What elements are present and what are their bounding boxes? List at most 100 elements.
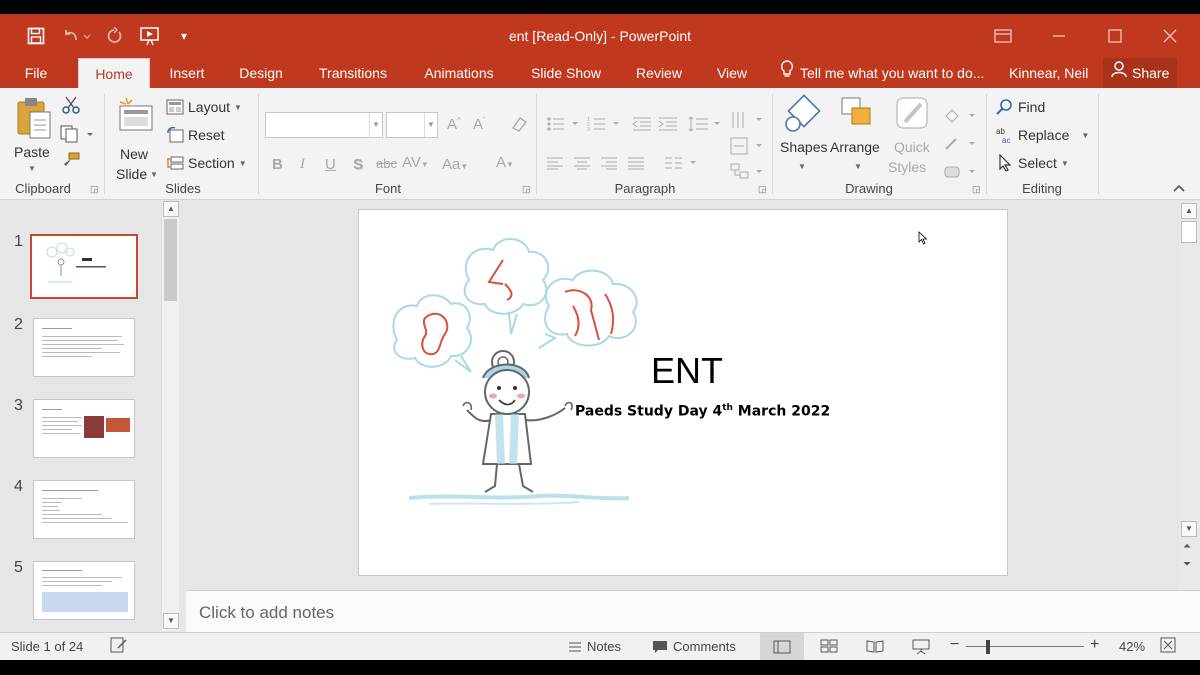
normal-view-button[interactable] [760, 633, 804, 660]
ribbon-display-options-icon[interactable] [988, 24, 1018, 48]
slide-subtitle[interactable]: Paeds Study Day 4th March 2022 [575, 403, 830, 420]
group-separator [104, 94, 105, 194]
align-right-icon[interactable] [600, 156, 618, 175]
paragraph-launcher-icon[interactable]: ◲ [758, 184, 767, 195]
clear-formatting-icon[interactable] [510, 116, 528, 136]
comments-toggle-button[interactable]: Comments [652, 639, 736, 654]
slide-scroll-thumb[interactable] [1181, 221, 1197, 243]
slide-scrollbar[interactable]: ▲ ▼ ⏶ ⏷ [1179, 201, 1200, 590]
tell-me-box[interactable]: Tell me what you want to do... [780, 58, 984, 88]
tab-insert[interactable]: Insert [160, 58, 214, 88]
justify-icon[interactable] [627, 156, 645, 175]
numbering-icon[interactable]: 123 [587, 116, 621, 137]
shapes-button[interactable]: Shapes ▼ [779, 94, 827, 180]
increase-font-icon[interactable]: A^ [447, 116, 461, 133]
notes-toggle-button[interactable]: Notes [568, 639, 621, 654]
underline-icon[interactable]: U [325, 156, 336, 173]
zoom-out-icon[interactable]: − [950, 636, 959, 654]
tab-slide-show[interactable]: Slide Show [522, 58, 610, 88]
clipboard-launcher-icon[interactable]: ◲ [90, 184, 99, 195]
bold-icon[interactable]: B [272, 156, 283, 173]
tab-file[interactable]: File [14, 58, 58, 88]
thumb-text-line [42, 570, 82, 571]
find-button[interactable]: Find [996, 96, 1045, 118]
reading-view-icon[interactable] [866, 639, 884, 656]
previous-slide-icon[interactable]: ⏶ [1183, 541, 1191, 552]
change-case-icon[interactable]: Aa▼ [442, 156, 468, 173]
align-left-icon[interactable] [546, 156, 564, 175]
next-slide-icon[interactable]: ⏷ [1183, 559, 1191, 570]
font-launcher-icon[interactable]: ◲ [522, 184, 531, 195]
thumbnail-scroll-thumb[interactable] [164, 219, 177, 301]
fit-to-window-icon[interactable] [1160, 637, 1176, 656]
zoom-in-icon[interactable]: + [1090, 636, 1099, 654]
decrease-font-icon[interactable]: Aˇ [473, 116, 486, 133]
slideshow-view-icon[interactable] [912, 639, 930, 658]
font-size-combo[interactable]: ▼ [386, 112, 438, 138]
font-color-icon[interactable]: A▼ [496, 154, 514, 171]
scroll-down-icon[interactable]: ▼ [1181, 521, 1197, 537]
replace-button[interactable]: ab ac Replace ▼ [996, 124, 1089, 146]
share-button[interactable]: Share [1103, 58, 1178, 88]
scroll-up-icon[interactable]: ▲ [1181, 203, 1197, 219]
italic-icon[interactable]: I [300, 156, 305, 173]
slide-thumbnail-3[interactable] [33, 399, 135, 458]
align-center-icon[interactable] [573, 156, 591, 175]
paste-button[interactable]: Paste ▼ [14, 96, 58, 174]
shape-effects-icon[interactable] [943, 164, 977, 185]
account-name[interactable]: Kinnear, Neil [1009, 58, 1088, 88]
arrange-button[interactable]: Arrange ▼ [830, 94, 886, 180]
character-spacing-icon[interactable]: AV▼ [402, 154, 429, 171]
minimize-icon[interactable] [1044, 24, 1074, 48]
line-spacing-icon[interactable] [688, 116, 722, 137]
zoom-level[interactable]: 42% [1119, 639, 1145, 654]
slide-thumbnail-1[interactable] [30, 234, 138, 299]
thumbnail-scrollbar[interactable]: ▲ ▼ [161, 201, 179, 631]
slide-sorter-icon[interactable] [820, 639, 838, 656]
decrease-indent-icon[interactable] [632, 116, 652, 137]
tab-view[interactable]: View [707, 58, 757, 88]
slide-thumbnail-5[interactable] [33, 561, 135, 620]
tab-transitions[interactable]: Transitions [308, 58, 398, 88]
shape-fill-icon[interactable] [943, 108, 977, 129]
slide-title[interactable]: ENT [651, 350, 723, 392]
layout-button[interactable]: Layout ▼ [166, 96, 242, 118]
drawing-launcher-icon[interactable]: ◲ [972, 184, 981, 195]
thumb-number: 5 [14, 559, 23, 576]
slide-thumbnail-4[interactable] [33, 480, 135, 539]
zoom-slider-thumb[interactable] [986, 640, 990, 654]
thumb-text-line [42, 518, 112, 519]
new-slide-button[interactable]: New Slide ▼ [114, 96, 160, 182]
collapse-ribbon-icon[interactable] [1173, 182, 1185, 196]
shape-outline-icon[interactable] [943, 136, 977, 157]
maximize-icon[interactable] [1100, 24, 1130, 48]
section-button[interactable]: Section ▼ [166, 152, 247, 174]
scroll-up-icon[interactable]: ▲ [163, 201, 179, 217]
copy-icon[interactable] [60, 125, 94, 148]
font-name-combo[interactable]: ▼ [265, 112, 383, 138]
tab-home[interactable]: Home [78, 58, 150, 88]
slide-canvas[interactable]: ENT Paeds Study Day 4th March 2022 [358, 209, 1008, 576]
format-painter-icon[interactable] [62, 152, 80, 175]
replace-icon: abac [996, 127, 1010, 144]
spelling-check-icon[interactable] [110, 637, 128, 656]
columns-icon[interactable] [664, 156, 698, 175]
align-text-icon[interactable] [730, 136, 764, 161]
close-icon[interactable] [1155, 24, 1185, 48]
slide-thumbnail-2[interactable] [33, 318, 135, 377]
reset-button[interactable]: Reset [166, 124, 225, 146]
tab-review[interactable]: Review [627, 58, 691, 88]
tab-design[interactable]: Design [230, 58, 292, 88]
bullets-icon[interactable] [546, 116, 580, 137]
text-shadow-icon[interactable]: S [353, 156, 363, 173]
zoom-slider-track[interactable] [966, 646, 1084, 647]
notes-pane[interactable]: Click to add notes [186, 590, 1200, 632]
increase-indent-icon[interactable] [658, 116, 678, 137]
tab-animations[interactable]: Animations [413, 58, 505, 88]
cut-icon[interactable] [62, 96, 80, 119]
select-button[interactable]: Select ▼ [996, 152, 1069, 174]
scroll-down-icon[interactable]: ▼ [163, 613, 179, 629]
quick-styles-button[interactable]: Quick Styles [888, 94, 938, 180]
strikethrough-icon[interactable]: abc [376, 156, 397, 171]
text-direction-icon[interactable] [730, 110, 764, 137]
